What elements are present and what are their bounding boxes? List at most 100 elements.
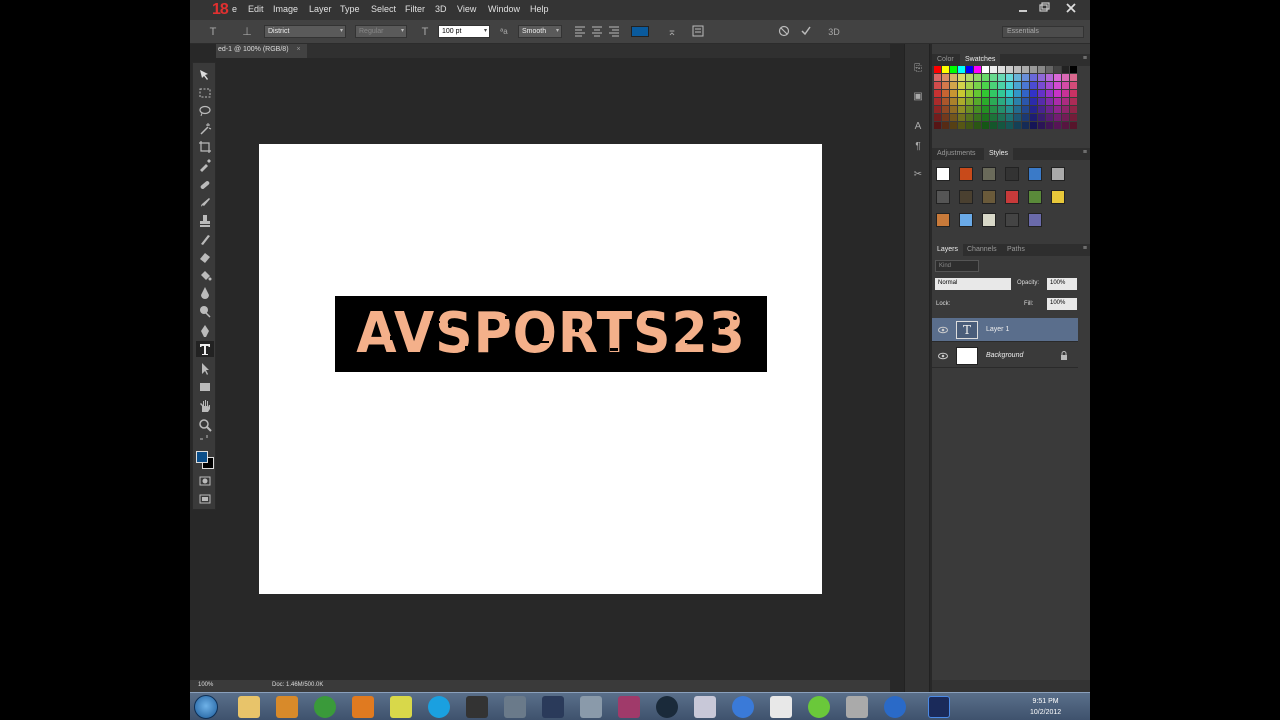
swatch[interactable] — [1006, 90, 1013, 97]
swatch[interactable] — [1062, 82, 1069, 89]
app-icon[interactable] — [352, 696, 374, 718]
align-left-icon[interactable] — [574, 25, 586, 37]
style-preset[interactable] — [1005, 213, 1019, 227]
swatch[interactable] — [1030, 114, 1037, 121]
swatch[interactable] — [934, 122, 941, 129]
tray-clock[interactable]: 9:51 PM 10/2/2012 — [1030, 696, 1061, 718]
marquee-tool-icon[interactable] — [196, 85, 214, 101]
styles-grid[interactable] — [936, 167, 1072, 231]
swatch[interactable] — [958, 98, 965, 105]
pen-tool-icon[interactable] — [196, 323, 214, 339]
swatch[interactable] — [958, 74, 965, 81]
swatch[interactable] — [1070, 90, 1077, 97]
style-preset[interactable] — [1005, 190, 1019, 204]
swatch[interactable] — [942, 106, 949, 113]
swatch[interactable] — [1030, 106, 1037, 113]
swatch[interactable] — [942, 74, 949, 81]
swatch[interactable] — [1062, 66, 1069, 73]
swatch[interactable] — [950, 82, 957, 89]
foreground-color-swatch[interactable] — [196, 451, 208, 463]
dodge-tool-icon[interactable] — [196, 303, 214, 319]
skype-icon[interactable] — [428, 696, 450, 718]
style-preset[interactable] — [982, 167, 996, 181]
swatch[interactable] — [958, 122, 965, 129]
style-preset[interactable] — [959, 190, 973, 204]
lasso-tool-icon[interactable] — [196, 103, 214, 119]
menu-filter[interactable]: Filter — [405, 4, 425, 14]
swatch[interactable] — [990, 98, 997, 105]
commit-check-icon[interactable] — [800, 25, 812, 37]
swatch[interactable] — [1030, 74, 1037, 81]
swatch[interactable] — [1054, 98, 1061, 105]
swatch[interactable] — [1022, 106, 1029, 113]
steam-icon[interactable] — [542, 696, 564, 718]
eraser-tool-icon[interactable] — [196, 249, 214, 265]
menu-help[interactable]: Help — [530, 4, 549, 14]
swatch[interactable] — [1054, 114, 1061, 121]
swatch[interactable] — [942, 98, 949, 105]
eye-icon[interactable] — [938, 352, 948, 360]
style-preset[interactable] — [936, 213, 950, 227]
swatch[interactable] — [1014, 98, 1021, 105]
document-tab[interactable]: ed-1 @ 100% (RGB/8) × — [216, 44, 307, 58]
swatch[interactable] — [1014, 114, 1021, 121]
menu-edit[interactable]: Edit — [248, 4, 264, 14]
swatch[interactable] — [966, 82, 973, 89]
swatch[interactable] — [1006, 82, 1013, 89]
antialias-select[interactable]: Smooth ▾ — [518, 25, 562, 38]
explorer-icon[interactable] — [238, 696, 260, 718]
swatch[interactable] — [1054, 66, 1061, 73]
font-size-input[interactable]: 100 pt ▾ — [438, 25, 490, 38]
media-player-icon[interactable] — [276, 696, 298, 718]
swatch[interactable] — [974, 82, 981, 89]
layer-kind-filter[interactable]: Kind — [935, 260, 979, 272]
swatch[interactable] — [1062, 114, 1069, 121]
style-preset[interactable] — [982, 190, 996, 204]
swatch[interactable] — [1038, 66, 1045, 73]
itunes-icon[interactable] — [884, 696, 906, 718]
swatch[interactable] — [1062, 90, 1069, 97]
swatch[interactable] — [934, 82, 941, 89]
layer-row-layer-1[interactable]: T Layer 1 — [932, 318, 1078, 342]
style-preset[interactable] — [982, 213, 996, 227]
chrome-icon[interactable] — [314, 696, 336, 718]
app-icon[interactable] — [580, 696, 602, 718]
opacity-input[interactable]: 100% — [1047, 278, 1077, 290]
swatch[interactable] — [958, 106, 965, 113]
swatch[interactable] — [1046, 66, 1053, 73]
brush-tool-icon[interactable] — [196, 195, 214, 211]
swatch[interactable] — [982, 66, 989, 73]
layer-row-background[interactable]: Background — [932, 344, 1078, 368]
swatch[interactable] — [1046, 122, 1053, 129]
app-icon[interactable] — [504, 696, 526, 718]
swatch[interactable] — [934, 74, 941, 81]
hand-tool-icon[interactable] — [196, 399, 214, 415]
swatch[interactable] — [990, 106, 997, 113]
move-tool-icon[interactable] — [196, 67, 214, 83]
tab-paths[interactable]: Paths — [1002, 244, 1030, 256]
swatch[interactable] — [982, 106, 989, 113]
healing-brush-tool-icon[interactable] — [196, 177, 214, 193]
swatch[interactable] — [998, 122, 1005, 129]
swatch[interactable] — [1006, 74, 1013, 81]
menu-select[interactable]: Select — [371, 4, 396, 14]
menu-file[interactable]: e — [232, 4, 237, 14]
swatch[interactable] — [934, 66, 941, 73]
swatch[interactable] — [1006, 98, 1013, 105]
swatch[interactable] — [1070, 98, 1077, 105]
swatch[interactable] — [1022, 82, 1029, 89]
swatch[interactable] — [998, 114, 1005, 121]
swatch[interactable] — [1054, 122, 1061, 129]
crop-tool-icon[interactable] — [196, 139, 214, 155]
swatch[interactable] — [1006, 114, 1013, 121]
tool-presets-icon[interactable]: ✂ — [911, 168, 925, 182]
document-canvas[interactable]: AVSPORTS23 — [259, 144, 822, 594]
swatch[interactable] — [958, 82, 965, 89]
folder-icon[interactable] — [390, 696, 412, 718]
swatch[interactable] — [1022, 74, 1029, 81]
swatch[interactable] — [1030, 98, 1037, 105]
swatch[interactable] — [1006, 122, 1013, 129]
tab-channels[interactable]: Channels — [962, 244, 1002, 256]
swatch[interactable] — [1070, 114, 1077, 121]
swatch[interactable] — [990, 90, 997, 97]
